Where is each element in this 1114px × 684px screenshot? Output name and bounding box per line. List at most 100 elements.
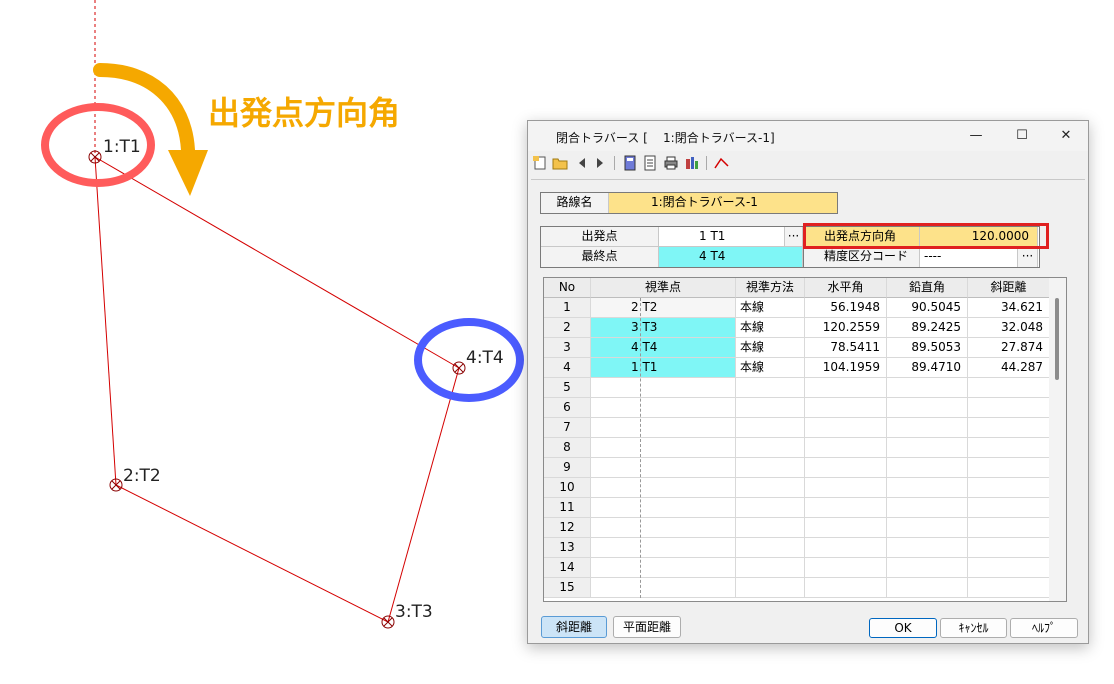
cell-v[interactable] [887, 458, 968, 478]
cell-method[interactable]: 本線 [736, 358, 805, 378]
cell-point[interactable] [591, 418, 736, 438]
cell-method[interactable]: 本線 [736, 318, 805, 338]
table-row[interactable]: 7 [544, 418, 1050, 438]
cell-d[interactable] [968, 418, 1050, 438]
maximize-button[interactable]: ☐ [1004, 125, 1040, 147]
precision-value[interactable]: ---- [920, 247, 1018, 267]
cell-method[interactable] [736, 578, 805, 598]
table-row[interactable]: 13 [544, 538, 1050, 558]
cell-v[interactable] [887, 378, 968, 398]
table-row[interactable]: 9 [544, 458, 1050, 478]
col-header-vertical[interactable]: 鉛直角 [887, 278, 968, 298]
cell-d[interactable] [968, 558, 1050, 578]
table-row[interactable]: 6 [544, 398, 1050, 418]
cell-method[interactable]: 本線 [736, 338, 805, 358]
cell-point[interactable] [591, 378, 736, 398]
table-row[interactable]: 15 [544, 578, 1050, 598]
cell-v[interactable] [887, 478, 968, 498]
print-icon[interactable] [663, 155, 679, 171]
col-header-no[interactable]: No [544, 278, 591, 298]
route-value[interactable]: 1:閉合トラバース-1 [609, 193, 837, 213]
cell-v[interactable] [887, 518, 968, 538]
cell-d[interactable] [968, 518, 1050, 538]
cell-method[interactable] [736, 458, 805, 478]
cell-method[interactable] [736, 378, 805, 398]
table-row[interactable]: 10 [544, 478, 1050, 498]
grid-scrollbar[interactable] [1049, 278, 1066, 601]
cell-h[interactable] [805, 578, 887, 598]
cell-h[interactable] [805, 418, 887, 438]
cell-method[interactable] [736, 538, 805, 558]
col-header-distance[interactable]: 斜距離 [968, 278, 1050, 298]
minimize-button[interactable]: — [958, 125, 994, 147]
cell-v[interactable] [887, 498, 968, 518]
cell-point[interactable] [591, 538, 736, 558]
cell-method[interactable] [736, 418, 805, 438]
table-row[interactable]: 8 [544, 438, 1050, 458]
cell-method[interactable] [736, 478, 805, 498]
cell-point[interactable] [591, 558, 736, 578]
cell-method[interactable] [736, 438, 805, 458]
cell-point[interactable] [591, 478, 736, 498]
precision-picker-button[interactable]: ··· [1018, 247, 1038, 267]
cell-point[interactable]: 4 T4 [591, 338, 736, 358]
cell-d[interactable] [968, 478, 1050, 498]
cancel-button[interactable]: ｷｬﾝｾﾙ [940, 618, 1007, 638]
plane-distance-button[interactable]: 平面距離 [613, 616, 681, 638]
cell-v[interactable]: 89.4710 [887, 358, 968, 378]
cell-h[interactable] [805, 498, 887, 518]
cell-point[interactable]: 1 T1 [591, 358, 736, 378]
cell-d[interactable] [968, 438, 1050, 458]
cell-h[interactable] [805, 438, 887, 458]
cell-v[interactable] [887, 578, 968, 598]
cell-h[interactable] [805, 458, 887, 478]
table-row[interactable]: 11 [544, 498, 1050, 518]
cell-method[interactable] [736, 498, 805, 518]
open-icon[interactable] [552, 155, 568, 171]
cell-d[interactable] [968, 498, 1050, 518]
table-row[interactable]: 12 T2 本線 56.1948 90.5045 34.621 [544, 298, 1050, 318]
cell-v[interactable]: 90.5045 [887, 298, 968, 318]
col-header-horizontal[interactable]: 水平角 [805, 278, 887, 298]
cell-point[interactable]: 3 T3 [591, 318, 736, 338]
table-row[interactable]: 14 [544, 558, 1050, 578]
cell-h[interactable]: 120.2559 [805, 318, 887, 338]
table-row[interactable]: 12 [544, 518, 1050, 538]
cell-point[interactable]: 2 T2 [591, 298, 736, 318]
cell-d[interactable]: 34.621 [968, 298, 1050, 318]
ok-button[interactable]: OK [869, 618, 937, 638]
cell-h[interactable] [805, 398, 887, 418]
cell-point[interactable] [591, 458, 736, 478]
cell-d[interactable] [968, 398, 1050, 418]
cell-d[interactable]: 32.048 [968, 318, 1050, 338]
new-icon[interactable] [532, 155, 548, 171]
cell-method[interactable] [736, 558, 805, 578]
cell-v[interactable] [887, 438, 968, 458]
settings-icon[interactable] [684, 155, 700, 171]
cell-method[interactable]: 本線 [736, 298, 805, 318]
cell-d[interactable] [968, 538, 1050, 558]
cell-h[interactable] [805, 478, 887, 498]
cell-point[interactable] [591, 398, 736, 418]
prev-icon[interactable] [574, 155, 590, 171]
end-point-value[interactable]: 4 T4 [659, 247, 803, 267]
help-button[interactable]: ﾍﾙﾌﾟ [1010, 618, 1078, 638]
slope-distance-button[interactable]: 斜距離 [541, 616, 607, 638]
next-icon[interactable] [592, 155, 608, 171]
cell-h[interactable] [805, 558, 887, 578]
cell-v[interactable] [887, 418, 968, 438]
cell-point[interactable] [591, 498, 736, 518]
table-row[interactable]: 41 T1 本線 104.1959 89.4710 44.287 [544, 358, 1050, 378]
cell-v[interactable] [887, 538, 968, 558]
cell-h[interactable] [805, 518, 887, 538]
table-row[interactable]: 34 T4 本線 78.5411 89.5053 27.874 [544, 338, 1050, 358]
cell-v[interactable] [887, 398, 968, 418]
cell-v[interactable] [887, 558, 968, 578]
cell-h[interactable]: 78.5411 [805, 338, 887, 358]
cell-point[interactable] [591, 438, 736, 458]
start-point-value[interactable]: 1 T1 [659, 227, 785, 247]
cell-point[interactable] [591, 518, 736, 538]
cell-point[interactable] [591, 578, 736, 598]
start-point-picker-button[interactable]: ··· [785, 227, 803, 247]
cell-v[interactable]: 89.5053 [887, 338, 968, 358]
